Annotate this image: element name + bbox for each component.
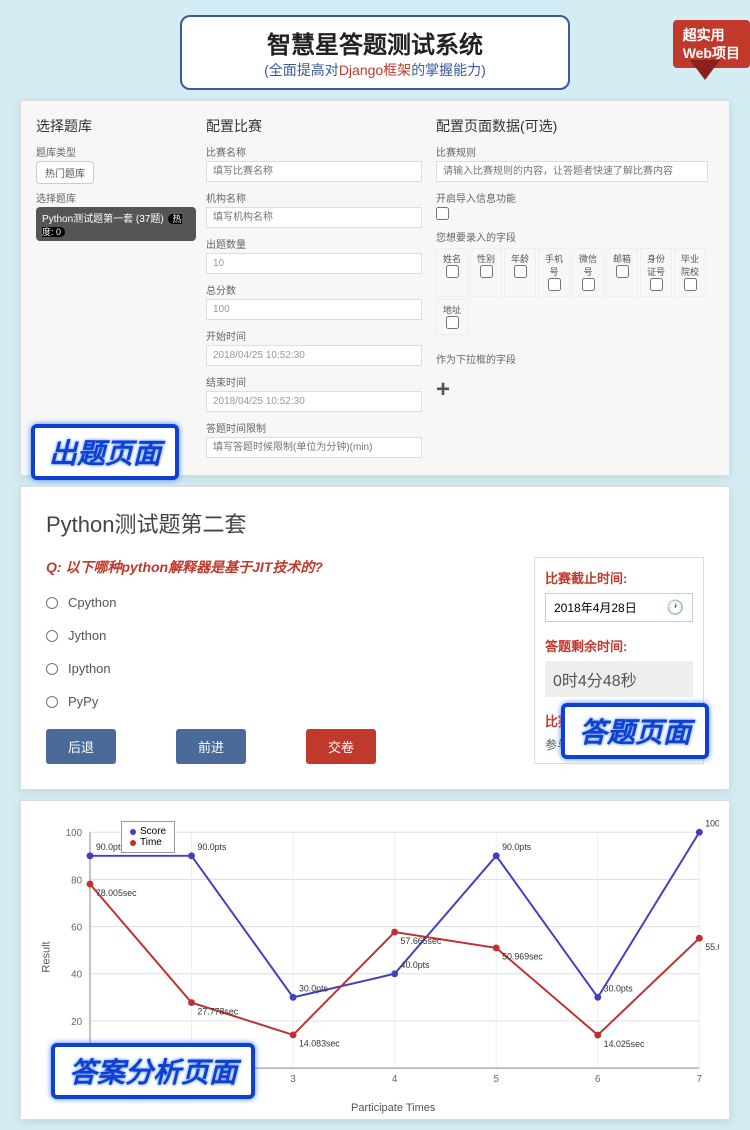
bank-type-pill[interactable]: 热门题库	[36, 161, 94, 184]
option-row[interactable]: Ipython	[46, 661, 514, 676]
field-item[interactable]: 地址	[436, 299, 468, 335]
quiz-panel: Python测试题第二套 Q: 以下哪种python解释器是基于JIT技术的? …	[20, 486, 730, 790]
svg-text:100: 100	[66, 828, 83, 839]
svg-text:40.0pts: 40.0pts	[401, 960, 431, 970]
svg-text:3: 3	[290, 1074, 296, 1085]
quiz-title: Python测试题第二套	[46, 507, 704, 539]
option-radio[interactable]	[46, 696, 58, 708]
svg-text:30.0pts: 30.0pts	[299, 983, 329, 993]
field-item[interactable]: 邮箱	[606, 248, 638, 297]
submit-button[interactable]: 交卷	[306, 729, 376, 764]
org-name-input[interactable]	[206, 207, 422, 228]
time-limit-input[interactable]	[206, 437, 422, 458]
question-count-input[interactable]	[206, 253, 422, 274]
svg-text:57.665sec: 57.665sec	[401, 936, 442, 946]
bank-type-label: 题库类型	[36, 144, 196, 159]
svg-text:7: 7	[697, 1074, 702, 1085]
field-item[interactable]: 姓名	[436, 248, 468, 297]
svg-text:6: 6	[595, 1074, 601, 1085]
svg-text:80: 80	[71, 875, 82, 886]
option-row[interactable]: PyPy	[46, 694, 514, 709]
forward-button[interactable]: 前进	[176, 729, 246, 764]
x-axis-label: Participate Times	[351, 1102, 435, 1114]
svg-text:5: 5	[493, 1074, 499, 1085]
field-item[interactable]: 性别	[470, 248, 502, 297]
option-row[interactable]: Jython	[46, 628, 514, 643]
start-time-input[interactable]	[206, 345, 422, 366]
clock-icon: 🕐	[667, 599, 684, 616]
overlay-label-quiz: 答题页面	[561, 703, 709, 759]
svg-text:27.778sec: 27.778sec	[197, 1006, 238, 1016]
svg-text:50.969sec: 50.969sec	[502, 952, 543, 962]
question-text: Q: 以下哪种python解释器是基于JIT技术的?	[46, 557, 514, 577]
back-button[interactable]: 后退	[46, 729, 116, 764]
overlay-label-chart: 答案分析页面	[51, 1043, 255, 1099]
page-subtitle: (全面提高对Django框架的掌握能力)	[194, 60, 556, 80]
option-radio[interactable]	[46, 630, 58, 642]
y-axis-label: Result	[41, 941, 53, 972]
svg-text:90.0pts: 90.0pts	[197, 842, 227, 852]
total-score-input[interactable]	[206, 299, 422, 320]
svg-text:90.0pts: 90.0pts	[502, 842, 532, 852]
svg-text:20: 20	[71, 1017, 82, 1028]
field-item[interactable]: 手机号	[538, 248, 570, 297]
select-bank-label: 选择题库	[36, 190, 196, 205]
svg-text:14.025sec: 14.025sec	[604, 1039, 645, 1049]
svg-text:40: 40	[71, 970, 82, 981]
svg-text:60: 60	[71, 923, 82, 934]
config-page-data-title: 配置页面数据(可选)	[436, 116, 714, 136]
chart-legend: Score Time	[121, 821, 175, 853]
badge-ribbon-icon	[690, 60, 720, 80]
bank-chip[interactable]: Python测试题第一套 (37题) 热度: 0	[36, 207, 196, 241]
config-contest-title: 配置比赛	[206, 116, 426, 136]
svg-text:30.0pts: 30.0pts	[604, 983, 634, 993]
svg-text:55.079sec: 55.079sec	[705, 942, 719, 952]
option-radio[interactable]	[46, 663, 58, 675]
deadline-box: 2018年4月28日 🕐	[545, 593, 693, 622]
countdown-timer: 0时4分48秒	[545, 661, 693, 697]
field-item[interactable]: 微信号	[572, 248, 604, 297]
plus-icon[interactable]: +	[436, 376, 714, 404]
field-item[interactable]: 毕业院校	[674, 248, 706, 297]
field-grid: 姓名性别年龄手机号微信号邮箱身份证号毕业院校地址	[436, 248, 714, 335]
svg-text:78.005sec: 78.005sec	[96, 888, 137, 898]
option-row[interactable]: Cpython	[46, 595, 514, 610]
config-panel: 选择题库 题库类型 热门题库 选择题库 Python测试题第一套 (37题) 热…	[20, 100, 730, 476]
chart-panel: 20406080100123456790.0pts90.0pts30.0pts4…	[20, 800, 730, 1120]
svg-text:4: 4	[392, 1074, 398, 1085]
field-item[interactable]: 年龄	[504, 248, 536, 297]
field-item[interactable]: 身份证号	[640, 248, 672, 297]
svg-text:100.0pts: 100.0pts	[705, 818, 719, 828]
select-bank-title: 选择题库	[36, 116, 196, 136]
import-toggle-checkbox[interactable]	[436, 207, 449, 220]
page-title: 智慧星答题测试系统	[194, 25, 556, 60]
contest-rule-input[interactable]	[436, 161, 708, 182]
svg-text:14.083sec: 14.083sec	[299, 1039, 340, 1049]
end-time-input[interactable]	[206, 391, 422, 412]
option-radio[interactable]	[46, 597, 58, 609]
overlay-label-config: 出题页面	[31, 424, 179, 480]
header-banner: 智慧星答题测试系统 (全面提高对Django框架的掌握能力)	[180, 15, 570, 90]
contest-name-input[interactable]	[206, 161, 422, 182]
